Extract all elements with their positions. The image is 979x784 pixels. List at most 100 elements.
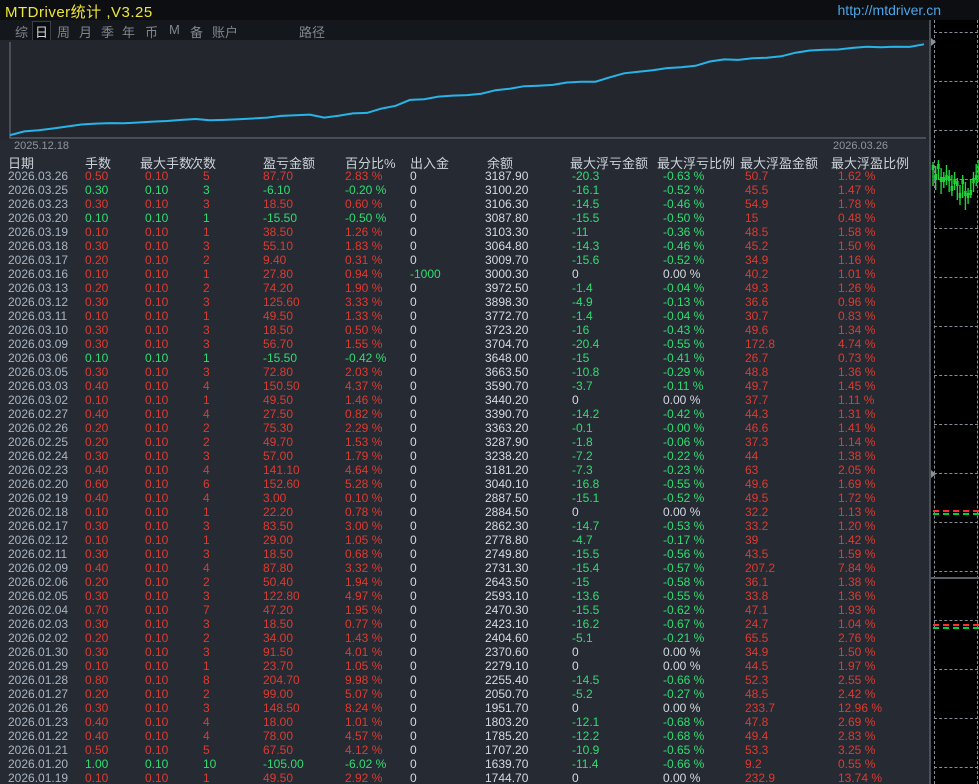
menu-item-5[interactable]: 年: [120, 22, 137, 41]
table-row[interactable]: 2026.02.240.300.10357.001.79 %03238.20-7…: [0, 449, 929, 463]
cell-date: 2026.02.26: [8, 421, 68, 435]
cell-max-float-loss: -11: [572, 225, 588, 239]
table-row[interactable]: 2026.01.210.500.10567.504.12 %01707.20-1…: [0, 743, 929, 757]
cell-pnl: 148.50: [263, 701, 300, 715]
table-row[interactable]: 2026.03.120.300.103125.603.33 %03898.30-…: [0, 295, 929, 309]
table-row[interactable]: 2026.01.201.000.1010-105.00-6.02 %01639.…: [0, 757, 929, 771]
cell-max-float-loss: -12.2: [572, 729, 599, 743]
table-row[interactable]: 2026.03.050.300.10372.802.03 %03663.50-1…: [0, 365, 929, 379]
cell-pct: 3.32 %: [345, 561, 382, 575]
cell-max-float-loss-pct: -0.65 %: [663, 743, 704, 757]
table-row[interactable]: 2026.01.190.100.10149.502.92 %01744.7000…: [0, 771, 929, 784]
cell-date: 2026.02.17: [8, 519, 68, 533]
table-row[interactable]: 2026.03.170.200.1029.400.31 %03009.70-15…: [0, 253, 929, 267]
cell-pct: 4.57 %: [345, 729, 382, 743]
table-row[interactable]: 2026.03.230.300.10318.500.60 %03106.30-1…: [0, 197, 929, 211]
table-row[interactable]: 2026.02.180.100.10122.200.78 %02884.5000…: [0, 505, 929, 519]
cell-max-float-loss-pct: -0.53 %: [663, 519, 704, 533]
cell-max-float-profit: 37.7: [745, 393, 768, 407]
menu-item-2[interactable]: 周: [55, 22, 72, 41]
menu-item-9[interactable]: 账户: [210, 22, 240, 41]
table-row[interactable]: 2026.02.090.400.10487.803.32 %02731.30-1…: [0, 561, 929, 575]
cell-max-float-profit-pct: 2.69 %: [838, 715, 875, 729]
table-row[interactable]: 2026.03.250.300.103-6.10-0.20 %03100.20-…: [0, 183, 929, 197]
menu-item-0[interactable]: 综: [13, 22, 30, 41]
table-row[interactable]: 2026.01.280.800.108204.709.98 %02255.40-…: [0, 673, 929, 687]
cell-max-float-loss-pct: -0.13 %: [663, 295, 704, 309]
cell-date: 2026.02.27: [8, 407, 68, 421]
menu-item-7[interactable]: M: [167, 22, 182, 37]
cell-pnl: -105.00: [263, 757, 304, 771]
table-row[interactable]: 2026.03.130.200.10274.201.90 %03972.50-1…: [0, 281, 929, 295]
menu-item-6[interactable]: 币: [143, 22, 160, 41]
table-row[interactable]: 2026.01.290.100.10123.701.05 %02279.1000…: [0, 659, 929, 673]
table-row[interactable]: 2026.03.190.100.10138.501.26 %03103.30-1…: [0, 225, 929, 239]
table-row[interactable]: 2026.02.170.300.10383.503.00 %02862.30-1…: [0, 519, 929, 533]
cell-max-float-loss-pct: -0.58 %: [663, 575, 704, 589]
table-row[interactable]: 2026.01.270.200.10299.005.07 %02050.70-5…: [0, 687, 929, 701]
candlestick-cluster: [931, 150, 979, 220]
table-row[interactable]: 2026.03.020.100.10149.501.46 %03440.2000…: [0, 393, 929, 407]
table-row[interactable]: 2026.03.180.300.10355.101.83 %03064.80-1…: [0, 239, 929, 253]
table-row[interactable]: 2026.03.060.100.101-15.50-0.42 %03648.00…: [0, 351, 929, 365]
cell-date: 2026.02.06: [8, 575, 68, 589]
cell-pct: 1.01 %: [345, 715, 382, 729]
cell-max-lots: 0.10: [145, 757, 168, 771]
cell-count: 4: [203, 715, 210, 729]
cell-pct: 1.55 %: [345, 337, 382, 351]
cell-max-lots: 0.10: [145, 575, 168, 589]
cell-date: 2026.03.18: [8, 239, 68, 253]
cell-max-float-profit-pct: 1.58 %: [838, 225, 875, 239]
cell-date: 2026.03.11: [8, 309, 67, 323]
table-row[interactable]: 2026.03.110.100.10149.501.33 %03772.70-1…: [0, 309, 929, 323]
table-row[interactable]: 2026.03.160.100.10127.800.94 %-10003000.…: [0, 267, 929, 281]
cell-balance: 3103.30: [485, 225, 528, 239]
menu-item-8[interactable]: 备: [188, 22, 205, 41]
table-row[interactable]: 2026.02.120.100.10129.001.05 %02778.80-4…: [0, 533, 929, 547]
table-row[interactable]: 2026.01.260.300.103148.508.24 %01951.700…: [0, 701, 929, 715]
grid-line: [934, 718, 978, 719]
table-row[interactable]: 2026.02.040.700.10747.201.95 %02470.30-1…: [0, 603, 929, 617]
cell-count: 2: [203, 575, 210, 589]
cell-balance: 3972.50: [485, 281, 528, 295]
cell-max-float-loss: -1.4: [572, 281, 593, 295]
grid-line: [934, 669, 978, 670]
cell-max-float-loss-pct: -0.17 %: [663, 533, 704, 547]
cell-count: 2: [203, 281, 210, 295]
table-row[interactable]: 2026.02.250.200.10249.701.53 %03287.90-1…: [0, 435, 929, 449]
table-row[interactable]: 2026.02.230.400.104141.104.64 %03181.20-…: [0, 463, 929, 477]
cell-date: 2026.03.25: [8, 183, 68, 197]
table-row[interactable]: 2026.02.030.300.10318.500.77 %02423.10-1…: [0, 617, 929, 631]
table-row[interactable]: 2026.03.200.100.101-15.50-0.50 %03087.80…: [0, 211, 929, 225]
menu-item-day[interactable]: 日: [33, 22, 50, 41]
table-row[interactable]: 2026.02.200.600.106152.605.28 %03040.10-…: [0, 477, 929, 491]
table-row[interactable]: 2026.03.260.500.10587.702.83 %03187.90-2…: [0, 169, 929, 183]
chart-window-divider[interactable]: [931, 577, 979, 579]
table-row[interactable]: 2026.02.260.200.10275.302.29 %03363.20-0…: [0, 421, 929, 435]
cell-count: 1: [203, 505, 210, 519]
menu-item-4[interactable]: 季: [99, 22, 116, 41]
cell-max-float-profit-pct: 1.38 %: [838, 449, 875, 463]
cell-lots: 0.30: [85, 617, 108, 631]
table-row[interactable]: 2026.02.190.400.1043.000.10 %02887.50-15…: [0, 491, 929, 505]
cell-lots: 0.10: [85, 659, 108, 673]
menu-item-path[interactable]: 路径: [297, 22, 327, 41]
table-row[interactable]: 2026.02.110.300.10318.500.68 %02749.80-1…: [0, 547, 929, 561]
table-row[interactable]: 2026.02.020.200.10234.001.43 %02404.60-5…: [0, 631, 929, 645]
table-row[interactable]: 2026.01.220.400.10478.004.57 %01785.20-1…: [0, 729, 929, 743]
cell-max-float-loss-pct: -0.46 %: [663, 239, 704, 253]
table-row[interactable]: 2026.03.100.300.10318.500.50 %03723.20-1…: [0, 323, 929, 337]
website-link[interactable]: http://mtdriver.cn: [838, 2, 941, 18]
cell-max-float-profit: 49.5: [745, 491, 768, 505]
table-row[interactable]: 2026.01.300.300.10391.504.01 %02370.6000…: [0, 645, 929, 659]
cell-lots: 0.30: [85, 197, 108, 211]
table-row[interactable]: 2026.02.050.300.103122.804.97 %02593.10-…: [0, 589, 929, 603]
table-row[interactable]: 2026.02.270.400.10427.500.82 %03390.70-1…: [0, 407, 929, 421]
table-row[interactable]: 2026.01.230.400.10418.001.01 %01803.20-1…: [0, 715, 929, 729]
cell-max-float-loss: -1.4: [572, 309, 593, 323]
table-row[interactable]: 2026.03.090.300.10356.701.55 %03704.70-2…: [0, 337, 929, 351]
table-row[interactable]: 2026.03.030.400.104150.504.37 %03590.70-…: [0, 379, 929, 393]
table-row[interactable]: 2026.02.060.200.10250.401.94 %02643.50-1…: [0, 575, 929, 589]
menu-item-3[interactable]: 月: [77, 22, 94, 41]
cell-max-float-loss: -14.5: [572, 197, 599, 211]
